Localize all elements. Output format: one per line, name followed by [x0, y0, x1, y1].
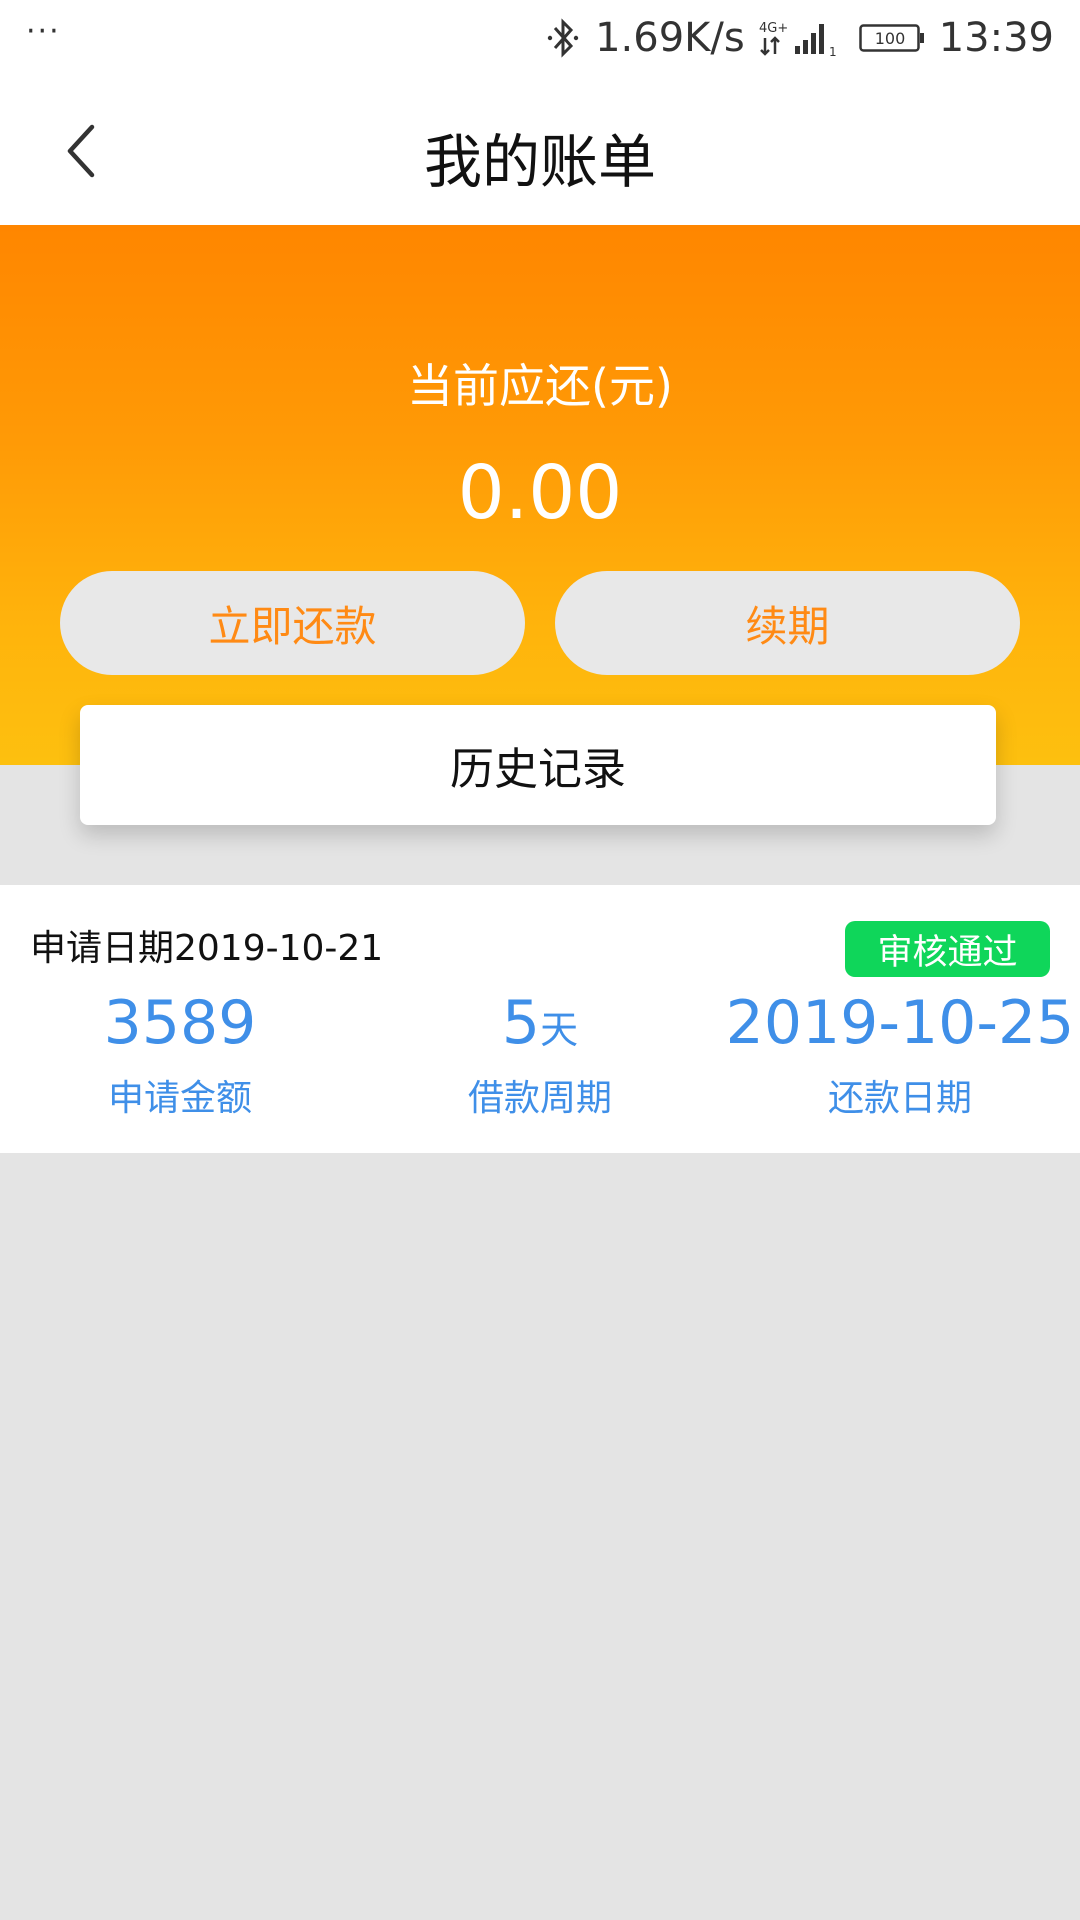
due-date-value: 2019-10-25 [725, 988, 1075, 1058]
network-speed: 1.69K/s [595, 15, 745, 61]
renew-button[interactable]: 续期 [555, 571, 1020, 675]
battery-icon: 100 [858, 23, 925, 53]
repayment-summary: 当前应还(元) 0.00 立即还款 续期 [0, 225, 1080, 765]
bill-list-item[interactable]: 申请日期2019-10-21 审核通过 3589 申请金额 5天 借款周期 20… [0, 885, 1080, 1153]
clock: 13:39 [938, 15, 1054, 61]
loan-period-value-wrap: 5天 [360, 983, 720, 1063]
svg-text:1: 1 [829, 45, 837, 58]
status-bar: ··· 1.69K/s 4G+ 1 100 13:39 [0, 0, 1080, 75]
battery-level: 100 [874, 29, 905, 48]
app-header: 我的账单 [0, 75, 1080, 225]
apply-amount-value: 3589 [103, 988, 257, 1058]
loan-period-label: 借款周期 [467, 1078, 612, 1119]
status-indicators: 1.69K/s 4G+ 1 100 13:39 [545, 10, 1054, 66]
loan-period-value: 5 [501, 988, 541, 1058]
bluetooth-icon [545, 18, 581, 58]
status-badge: 审核通过 [845, 921, 1050, 977]
due-date-label: 还款日期 [827, 1078, 972, 1119]
apply-amount-stat: 3589 申请金额 [0, 983, 360, 1121]
loan-period-unit: 天 [540, 1008, 579, 1052]
loan-period-stat: 5天 借款周期 [360, 983, 720, 1121]
notification-dots: ··· [26, 14, 61, 49]
network-type: 4G+ [759, 21, 788, 36]
due-date-stat: 2019-10-25 还款日期 [720, 983, 1080, 1121]
page-title: 我的账单 [423, 128, 656, 196]
apply-date: 申请日期2019-10-21 [30, 928, 384, 969]
repay-now-button[interactable]: 立即还款 [60, 571, 525, 675]
apply-amount-label: 申请金额 [107, 1078, 252, 1119]
current-due-label: 当前应还(元) [407, 359, 673, 413]
history-button[interactable]: 历史记录 [80, 705, 996, 825]
current-due-amount: 0.00 [457, 450, 623, 536]
signal-icon: 4G+ 1 [759, 18, 845, 58]
